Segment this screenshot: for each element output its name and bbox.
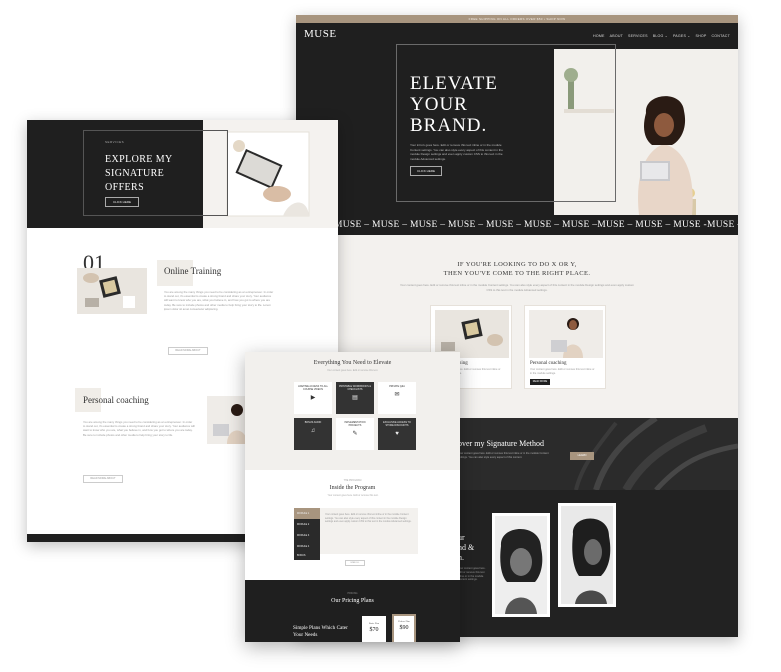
- module-tab-bonus[interactable]: BONUS: [294, 552, 320, 560]
- service-card-button[interactable]: READ MORE: [530, 379, 550, 385]
- services-cta-button[interactable]: CLICK HERE: [105, 197, 139, 207]
- feature-tile-discounts: EXCLUSIVE ACCESS TO STORE DISCOUNTS ♥: [378, 418, 416, 450]
- program-enroll-button[interactable]: ENROLL: [345, 560, 365, 566]
- plan-name: Basic Plan: [368, 622, 380, 625]
- plan-name: Deluxe Plan: [398, 620, 410, 623]
- headphones-icon: ♫: [310, 428, 316, 435]
- pencil-icon: ✎: [352, 431, 358, 438]
- price-card-deluxe[interactable]: Deluxe Plan $90: [392, 614, 416, 642]
- nav-item-home[interactable]: HOME: [593, 34, 605, 38]
- plan-price: $70: [369, 627, 379, 633]
- module-tab-3[interactable]: MODULE 3: [294, 530, 320, 541]
- service-card-personal-coaching[interactable]: Personal coaching Your content goes here…: [524, 305, 606, 389]
- module-tab-4[interactable]: MODULE 4: [294, 541, 320, 552]
- features-title: Everything You Need to Elevate: [313, 360, 392, 366]
- program-subtitle: Your content goes here. Edit or remove t…: [327, 494, 379, 497]
- about-text: Your content goes here. Edit or remove t…: [458, 567, 486, 582]
- feature-tile-course-videos: LIFETIME ACCESS TO ALL COURSE VIDEOS ▶: [294, 382, 332, 414]
- mail-icon: ✉: [394, 392, 400, 399]
- hero-copy: Your intro's goes here. Edit or remove t…: [410, 143, 503, 161]
- online-training-title: Online Training: [164, 266, 222, 276]
- feature-tile-workbooks: PRINTABLE WORKBOOKS & CHECKLISTS ▤: [336, 382, 374, 414]
- about-portrait-image-2: [558, 503, 616, 607]
- module-tab-1[interactable]: MODULE 1: [294, 508, 320, 519]
- feature-tile-projects: IMPLEMENTATION PROJECTS ✎: [336, 418, 374, 450]
- signature-method-heading: over my Signature Method: [458, 439, 544, 448]
- module-description: Your content goes here. Edit or remove t…: [325, 513, 412, 524]
- plan-price: $90: [399, 625, 409, 631]
- nav-item-services[interactable]: SERVICES: [628, 34, 648, 38]
- online-training-button[interactable]: READ MORE ABOUT: [168, 347, 208, 355]
- video-icon: ▶: [310, 395, 316, 402]
- nav-item-blog[interactable]: BLOG ⌄: [653, 34, 668, 38]
- main-nav: HOME ABOUT SERVICES BLOG ⌄ PAGES ⌄ SHOP …: [593, 34, 730, 38]
- workbook-icon: ▤: [352, 395, 358, 402]
- features-subtitle: Your content goes here. Edit or remove t…: [326, 369, 379, 372]
- personal-coaching-image: [207, 396, 247, 444]
- personal-coaching-text: You are among the many things you need t…: [83, 420, 195, 437]
- nav-item-about[interactable]: ABOUT: [610, 34, 623, 38]
- signature-method-text: Your content goes here. Edit or remove t…: [458, 452, 549, 459]
- online-training-image: [77, 268, 147, 314]
- service-card-text: Your content goes here. Edit or remove t…: [530, 368, 595, 375]
- pricing-kicker: PRICING: [347, 592, 358, 595]
- personal-coaching-title: Personal coaching: [83, 395, 149, 405]
- announcement-bar: FREE SHIPPING ON ALL ORDERS OVER $50 • S…: [296, 15, 738, 23]
- brand-marquee: MUSE – MUSE – MUSE – MUSE – MUSE – MUSE …: [296, 215, 738, 235]
- about-heading: ur nd & h.: [458, 533, 475, 562]
- hero-title: ELEVATE YOUR BRAND.: [410, 73, 498, 136]
- signature-method-button[interactable]: LEARN: [570, 452, 594, 460]
- program-title: Inside the Program: [329, 485, 376, 491]
- service-card-image: [529, 310, 603, 358]
- feature-tile-bonus-audio: BONUS AUDIO ♫: [294, 418, 332, 450]
- module-tab-2[interactable]: MODULE 2: [294, 519, 320, 530]
- services-kicker: SERVICES: [105, 140, 125, 144]
- intro-copy: Your content goes here. Edit or remove t…: [400, 283, 634, 292]
- nav-item-contact[interactable]: CONTACT: [711, 34, 730, 38]
- service-card-image: [435, 310, 509, 358]
- pricing-heading: Simple Plans Which Cater Your Needs: [293, 625, 348, 638]
- online-training-text: You are among the many things you need t…: [164, 290, 274, 311]
- heart-icon: ♥: [395, 431, 399, 438]
- service-card-title: Personal coaching: [530, 361, 567, 366]
- pricing-title: Our Pricing Plans: [331, 598, 374, 604]
- intro-heading: IF YOU'RE LOOKING TO DO X OR Y, THEN YOU…: [443, 261, 591, 277]
- hero-cta-button[interactable]: CLICK HERE: [410, 166, 442, 176]
- site-logo[interactable]: MUSE: [304, 28, 337, 40]
- program-kicker: THE PROGRAM: [343, 479, 362, 482]
- website-mockup-course: Everything You Need to Elevate Your cont…: [245, 352, 460, 642]
- about-portrait-image-1: [492, 513, 550, 617]
- nav-item-shop[interactable]: SHOP: [695, 34, 706, 38]
- price-card-basic[interactable]: Basic Plan $70: [362, 616, 386, 642]
- feature-tile-private-qa: PRIVATE Q&A ✉: [378, 382, 416, 414]
- personal-coaching-button[interactable]: READ MORE ABOUT: [83, 475, 123, 483]
- nav-item-pages[interactable]: PAGES ⌄: [673, 34, 691, 38]
- services-title: EXPLORE MY SIGNATURE OFFERS: [105, 154, 173, 193]
